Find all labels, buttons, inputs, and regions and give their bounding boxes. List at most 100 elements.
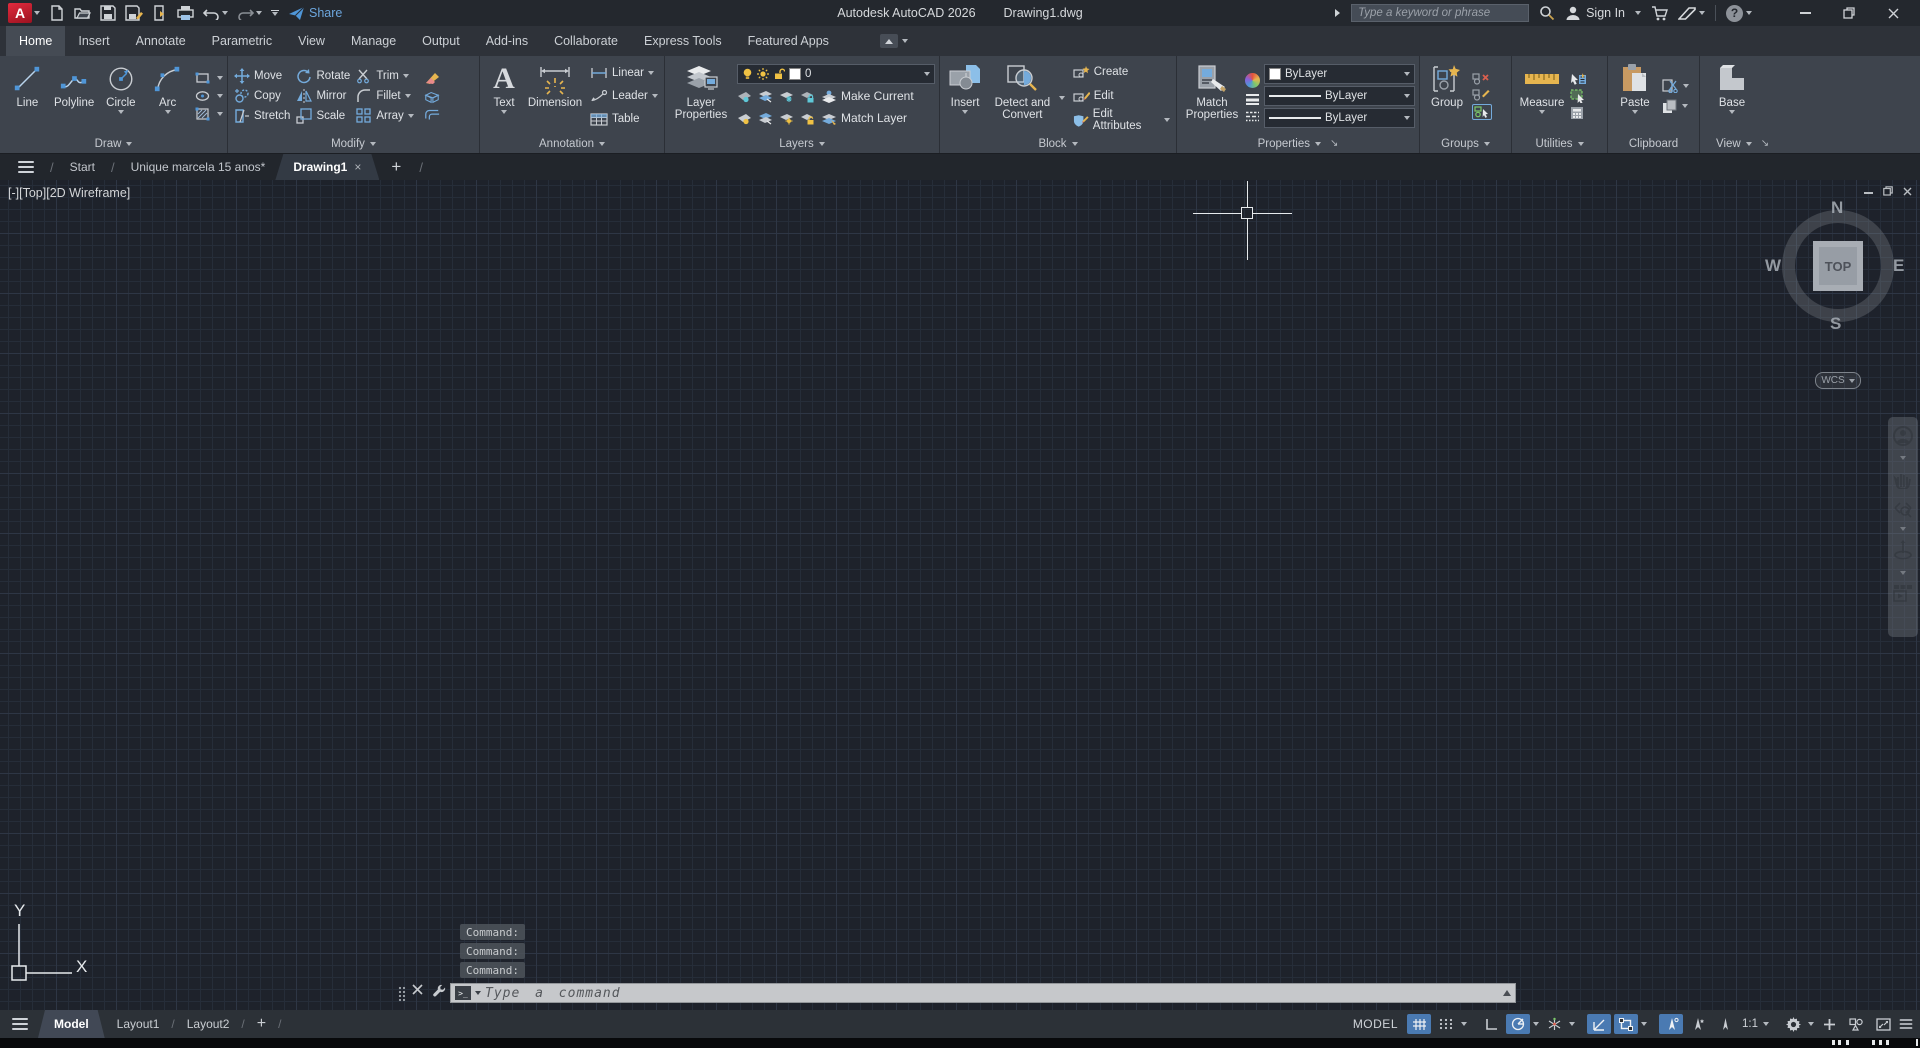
annotation-autoscale-toggle[interactable] xyxy=(1686,1014,1710,1034)
detect-convert-button[interactable]: Detect and Convert xyxy=(986,58,1059,134)
move-button[interactable]: Move xyxy=(232,66,292,86)
leader-caret[interactable] xyxy=(652,94,658,98)
isodraft-toggle[interactable] xyxy=(1542,1014,1566,1034)
grid-display-toggle[interactable] xyxy=(1407,1014,1431,1034)
model-space-toggle[interactable]: MODEL xyxy=(1353,1017,1398,1031)
leader-button[interactable]: Leader xyxy=(588,86,660,106)
new-layout-button[interactable]: + xyxy=(247,1010,276,1038)
minimize-button[interactable] xyxy=(1788,2,1822,24)
paste-button[interactable]: Paste xyxy=(1612,58,1658,134)
circle-caret[interactable] xyxy=(118,110,124,114)
panel-label-annotation[interactable]: Annotation xyxy=(480,134,664,153)
status-customization-menu-icon[interactable] xyxy=(1900,1017,1913,1031)
polar-caret[interactable] xyxy=(1533,1022,1539,1026)
object-color-icon[interactable] xyxy=(1245,73,1260,88)
array-caret[interactable] xyxy=(408,114,414,118)
panel-label-layers[interactable]: Layers xyxy=(665,134,939,153)
layer-unlock-row-icon[interactable] xyxy=(800,112,815,125)
restore-button[interactable] xyxy=(1832,2,1866,24)
layer-combo-caret[interactable] xyxy=(924,72,930,76)
base-button[interactable]: Base xyxy=(1704,58,1760,134)
redo-button[interactable] xyxy=(237,6,262,20)
viewport-restore-icon[interactable] xyxy=(1883,184,1893,196)
ribbon-collapse-button[interactable] xyxy=(872,26,916,56)
orbit-icon[interactable] xyxy=(1893,540,1913,562)
navigation-bar[interactable] xyxy=(1888,417,1918,637)
panel-label-groups[interactable]: Groups xyxy=(1420,134,1511,153)
viewcube-south[interactable]: S xyxy=(1830,314,1841,334)
text-caret[interactable] xyxy=(501,110,507,114)
text-button[interactable]: A Text xyxy=(484,58,524,134)
redo-history-caret[interactable] xyxy=(256,11,262,15)
circle-button[interactable]: Circle xyxy=(98,58,145,134)
tab-featured-apps[interactable]: Featured Apps xyxy=(735,26,842,56)
panel-label-properties[interactable]: Properties↘ xyxy=(1177,134,1419,153)
navbar-caret[interactable] xyxy=(1900,456,1906,460)
tab-insert[interactable]: Insert xyxy=(65,26,122,56)
command-bar[interactable]: >_ xyxy=(450,983,1516,1003)
linetype-caret[interactable] xyxy=(1404,116,1410,120)
viewcube[interactable]: N S W E TOP xyxy=(1780,208,1896,324)
dimension-button[interactable]: Dimension xyxy=(524,58,586,134)
tab-addins[interactable]: Add-ins xyxy=(473,26,541,56)
erase-button[interactable] xyxy=(424,71,440,85)
layer-freeze-icon[interactable] xyxy=(779,90,794,103)
layout-tab-layout2[interactable]: Layout2 xyxy=(177,1010,240,1038)
match-layer-button[interactable]: Match Layer xyxy=(821,111,907,125)
layout-menu-icon[interactable] xyxy=(6,1015,38,1033)
table-button[interactable]: Table xyxy=(588,109,660,129)
annotation-scale-value[interactable]: 1:1 xyxy=(1740,1018,1760,1030)
select-similar-button[interactable] xyxy=(1570,89,1587,103)
quick-select-button[interactable] xyxy=(1570,73,1587,86)
copy-button[interactable]: Copy xyxy=(232,86,292,106)
tab-view[interactable]: View xyxy=(285,26,338,56)
group-selection-toggle[interactable] xyxy=(1472,104,1492,120)
scale-button[interactable]: Scale xyxy=(294,106,352,126)
pan-hand-icon[interactable] xyxy=(1893,469,1913,489)
measure-button[interactable]: Measure xyxy=(1516,58,1568,134)
isodraft-caret[interactable] xyxy=(1569,1022,1575,1026)
navigation-wheel-icon[interactable] xyxy=(1892,425,1914,447)
view-launcher-icon[interactable]: ↘ xyxy=(1761,138,1769,149)
panel-label-draw[interactable]: Draw xyxy=(0,134,227,153)
line-button[interactable]: Line xyxy=(4,58,51,134)
file-tab-unique-marcela[interactable]: Unique marcela 15 anos* xyxy=(123,154,274,180)
block-create-button[interactable]: Create xyxy=(1071,62,1172,82)
properties-launcher-icon[interactable]: ↘ xyxy=(1330,138,1338,149)
isolate-objects-button[interactable] xyxy=(1844,1014,1868,1034)
navbar-caret[interactable] xyxy=(1900,571,1906,575)
explode-button[interactable] xyxy=(424,90,440,104)
share-button[interactable]: Share xyxy=(288,6,342,21)
edit-attributes-caret[interactable] xyxy=(1164,118,1170,122)
panel-label-view[interactable]: View↘ xyxy=(1700,134,1920,153)
navbar-caret[interactable] xyxy=(1900,527,1906,531)
layer-thaw-icon[interactable] xyxy=(779,112,794,125)
open-file-icon[interactable] xyxy=(74,5,91,21)
layer-lock-icon[interactable] xyxy=(800,90,815,103)
copy-clip-caret[interactable] xyxy=(1682,104,1688,108)
offset-button[interactable] xyxy=(424,109,440,121)
paste-caret[interactable] xyxy=(1632,110,1638,114)
signin-button[interactable]: Sign In xyxy=(1565,5,1625,21)
file-tabs-menu-icon[interactable] xyxy=(10,158,42,176)
close-button[interactable] xyxy=(1876,2,1910,24)
osnap-tracking-toggle[interactable] xyxy=(1587,1014,1611,1034)
customization-plus-button[interactable] xyxy=(1817,1014,1841,1034)
osnap-caret[interactable] xyxy=(1641,1022,1647,1026)
block-edit-button[interactable]: Edit xyxy=(1071,86,1172,106)
fillet-button[interactable]: Fillet xyxy=(354,86,415,106)
stretch-button[interactable]: Stretch xyxy=(232,106,292,126)
file-tab-drawing1[interactable]: Drawing1 × xyxy=(275,154,379,180)
trim-button[interactable]: Trim xyxy=(354,66,415,86)
tab-home[interactable]: Home xyxy=(6,26,65,56)
array-button[interactable]: Array xyxy=(354,106,415,126)
open-from-web-icon[interactable] xyxy=(152,5,168,21)
lineweight-icon[interactable] xyxy=(1245,93,1260,106)
layout-tab-layout1[interactable]: Layout1 xyxy=(107,1010,170,1038)
new-file-icon[interactable] xyxy=(49,5,65,21)
viewport-minimize-icon[interactable] xyxy=(1864,184,1873,196)
viewport-view-control[interactable]: [Top] xyxy=(19,186,46,200)
layout-tab-model[interactable]: Model xyxy=(38,1010,105,1038)
tab-output[interactable]: Output xyxy=(409,26,473,56)
rotate-button[interactable]: Rotate xyxy=(294,66,352,86)
